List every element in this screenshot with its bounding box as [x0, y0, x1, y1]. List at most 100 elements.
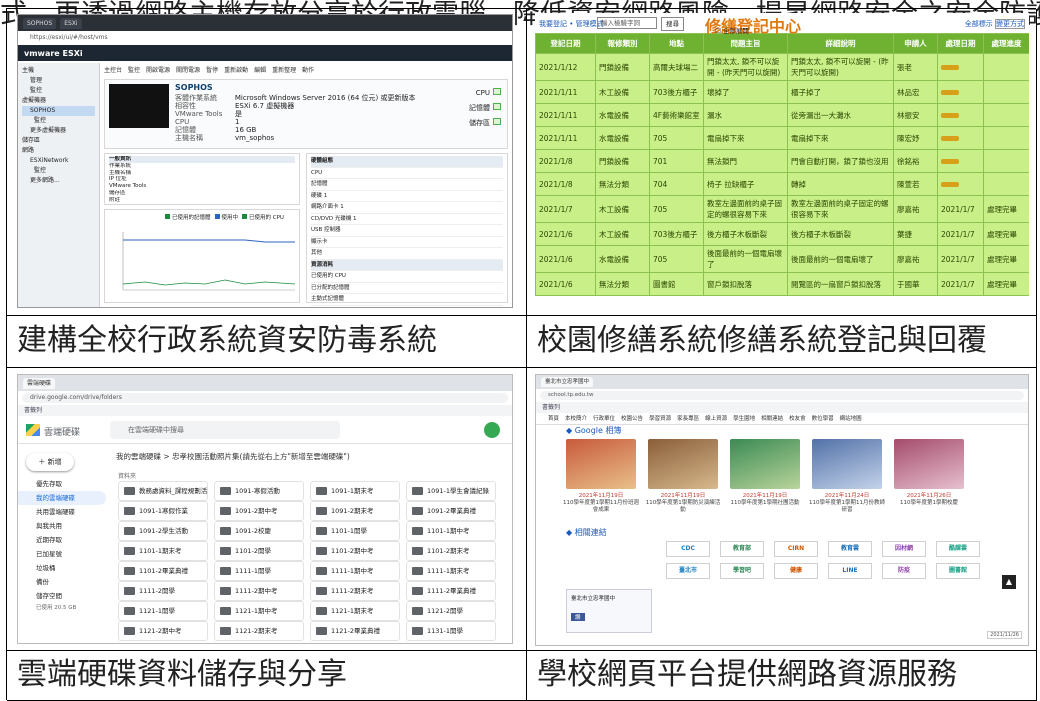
folder-item[interactable]: 1091-2畢業典禮 — [406, 501, 496, 521]
folder-item[interactable]: 1091-2期末考 — [310, 501, 400, 521]
mark-all-link[interactable]: 全部標示 — [965, 20, 993, 28]
column-header[interactable]: 申請人 — [893, 33, 938, 54]
resource-link-banner[interactable]: 圖書館 — [936, 563, 980, 579]
album-photo[interactable] — [812, 439, 882, 489]
navigator-item[interactable]: ESXiNetwork — [22, 156, 95, 166]
table-row[interactable]: 2021/1/11 水電設備 4F藝術樂館室 漏水 從旁漏出一大灘水 林振安 — [535, 103, 1029, 127]
browser-tab[interactable]: 臺北市立忠孝國中 — [541, 377, 594, 387]
folder-item[interactable]: 1121-2期中考 — [118, 621, 208, 641]
column-header[interactable]: 報修類別 — [595, 33, 650, 54]
site-nav-item[interactable]: 本校簡介 — [565, 413, 587, 424]
navigator-item[interactable]: 更多網路... — [22, 176, 95, 186]
album-photo[interactable] — [566, 439, 636, 489]
folder-item[interactable]: 1091-1寒假作業 — [118, 501, 208, 521]
resource-link-banner[interactable]: 學習吧 — [720, 563, 764, 579]
facebook-widget[interactable]: 臺北市立忠孝國中 讚 — [566, 589, 652, 633]
folder-item[interactable]: 1091-1學生會議紀錄 — [406, 481, 496, 501]
table-row[interactable]: 2021/1/6 水電設備 705 後面最前的一個電扇壞了 後面最前的一個電扇壞了 廖嘉祐… — [535, 245, 1029, 273]
resource-link-banner[interactable]: 教育部 — [720, 541, 764, 557]
address-bar[interactable]: https://esxi/ui/#/host/vms — [22, 33, 508, 43]
toolbar-button[interactable]: 監控 — [128, 65, 140, 77]
site-nav-item[interactable]: 學習資源 — [649, 413, 671, 424]
folder-item[interactable]: 1121-2開學 — [406, 601, 496, 621]
site-nav-item[interactable]: 學生園地 — [733, 413, 755, 424]
search-button[interactable]: 搜尋 — [661, 17, 684, 31]
navigator-item[interactable]: 監控 — [22, 166, 95, 176]
drive-nav-item[interactable]: 備份 — [18, 575, 106, 589]
resource-link-banner[interactable]: 酷課雲 — [936, 541, 980, 557]
table-row[interactable]: 2021/1/12 門鎖設備 高爾夫球場二 門鎖太太, 鎖不可以旋開 - (昨天門可以… — [535, 53, 1029, 81]
site-nav-item[interactable]: 首頁 — [548, 413, 559, 424]
drive-nav-item[interactable]: 儲存空間 — [18, 589, 106, 603]
navigator-item[interactable]: SOPHOS — [22, 106, 95, 116]
navigator-item[interactable]: 網路 — [22, 146, 95, 156]
folder-item[interactable]: 1101-1期末考 — [118, 541, 208, 561]
table-row[interactable]: 2021/1/6 無法分類 圖書館 窗戶鎖扣脫落 閱覽區的一扇窗戶鎖扣脫落 于國華 2021… — [535, 272, 1029, 296]
site-nav-item[interactable]: 行政單位 — [593, 413, 615, 424]
navigator-item[interactable]: 更多虛擬機器 — [22, 126, 95, 136]
album-photo[interactable] — [894, 439, 964, 489]
toolbar-button[interactable]: 主控台 — [104, 65, 122, 77]
drive-nav-item[interactable]: 已加星號 — [18, 547, 106, 561]
folder-item[interactable]: 1091-1期末考 — [310, 481, 400, 501]
avatar[interactable] — [484, 422, 500, 438]
resource-link-banner[interactable]: 臺北市 — [666, 563, 710, 579]
column-header[interactable]: 地點 — [649, 33, 704, 54]
browser-tab[interactable]: 雲端硬碟 — [23, 377, 56, 389]
folder-item[interactable]: 1101-1開學 — [310, 521, 400, 541]
folder-item[interactable]: 1111-1期末考 — [406, 561, 496, 581]
folder-item[interactable]: 1101-2期末考 — [406, 541, 496, 561]
resource-link-banner[interactable]: 健康 — [774, 563, 818, 579]
change-mode-select[interactable]: 變更方式 — [995, 19, 1025, 29]
folder-item[interactable]: 1121-1開學 — [118, 601, 208, 621]
navigator-item[interactable]: 監控 — [22, 86, 95, 96]
new-button[interactable]: ＋ 新增 — [26, 453, 74, 471]
resource-link-banner[interactable]: 教育雲 — [828, 541, 872, 557]
toolbar-button[interactable]: 開啟電源 — [146, 65, 170, 77]
site-nav-item[interactable]: 相關連結 — [761, 413, 783, 424]
folder-item[interactable]: 1121-2畢業典禮 — [310, 621, 400, 641]
folder-item[interactable]: 1121-1期中考 — [214, 601, 304, 621]
toolbar-button[interactable]: 暫停 — [206, 65, 218, 77]
site-nav-item[interactable]: 線上資源 — [705, 413, 727, 424]
column-header[interactable]: 詳細說明 — [787, 33, 894, 54]
resource-link-banner[interactable]: CIRN — [774, 541, 818, 557]
fb-like-button[interactable]: 讚 — [571, 613, 585, 621]
address-bar[interactable]: drive.google.com/drive/folders — [22, 393, 508, 403]
table-row[interactable]: 2021/1/8 無法分類 704 椅子 拉缺櫃子 轉掉 陳萱若 — [535, 172, 1029, 196]
folder-item[interactable]: 1111-2畢業典禮 — [406, 581, 496, 601]
navigator-item[interactable]: 儲存區 — [22, 136, 95, 146]
folder-item[interactable]: 1091-2學生活動 — [118, 521, 208, 541]
toolbar-button[interactable]: 重新啟動 — [224, 65, 248, 77]
column-header[interactable]: 登記日期 — [535, 33, 596, 54]
album-photo[interactable] — [730, 439, 800, 489]
folder-item[interactable]: 1091-2期中考 — [214, 501, 304, 521]
resource-link-banner[interactable]: 防疫 — [882, 563, 926, 579]
toolbar-button[interactable]: 動作 — [302, 65, 314, 77]
column-header[interactable]: 處理日期 — [937, 33, 984, 54]
drive-nav-item[interactable]: 與我共用 — [18, 519, 106, 533]
site-nav-item[interactable]: 校園公告 — [621, 413, 643, 424]
folder-item[interactable]: 1121-1期末考 — [310, 601, 400, 621]
expand-all-checkbox[interactable]: ☐ 全部展開 — [715, 25, 749, 35]
folder-item[interactable]: 1111-1開學 — [214, 561, 304, 581]
site-nav-item[interactable]: 家長專區 — [677, 413, 699, 424]
table-row[interactable]: 2021/1/6 木工設備 703後方櫃子 後方櫃子木板斷裂 後方櫃子木板斷裂 葉捷 202… — [535, 222, 1029, 246]
site-nav-item[interactable]: 校友會 — [789, 413, 806, 424]
drive-nav-item[interactable]: 垃圾桶 — [18, 561, 106, 575]
folder-item[interactable]: 1111-2期中考 — [214, 581, 304, 601]
drive-search-input[interactable]: 在雲端硬碟中搜尋 — [110, 421, 340, 439]
drive-nav-item[interactable]: 共用雲端硬碟 — [18, 505, 106, 519]
folder-item[interactable]: 1101-2開學 — [214, 541, 304, 561]
register-link[interactable]: 我要登記 — [539, 20, 567, 28]
browser-tab[interactable]: ESXi — [60, 17, 82, 29]
table-row[interactable]: 2021/1/7 木工設備 705 教室左邊面前的桌子固定的螺很容易下來 教室左邊面前的… — [535, 195, 1029, 223]
drive-nav-item[interactable]: 優先存取 — [18, 477, 106, 491]
folder-item[interactable]: 1121-2期末考 — [214, 621, 304, 641]
resource-link-banner[interactable]: CDC — [666, 541, 710, 557]
folder-item[interactable]: 1091-2校慶 — [214, 521, 304, 541]
vm-console-thumbnail[interactable] — [109, 84, 169, 128]
navigator-item[interactable]: 管理 — [22, 76, 95, 86]
column-header[interactable]: 處理進度 — [983, 33, 1029, 54]
folder-item[interactable]: 1101-2畢業典禮 — [118, 561, 208, 581]
